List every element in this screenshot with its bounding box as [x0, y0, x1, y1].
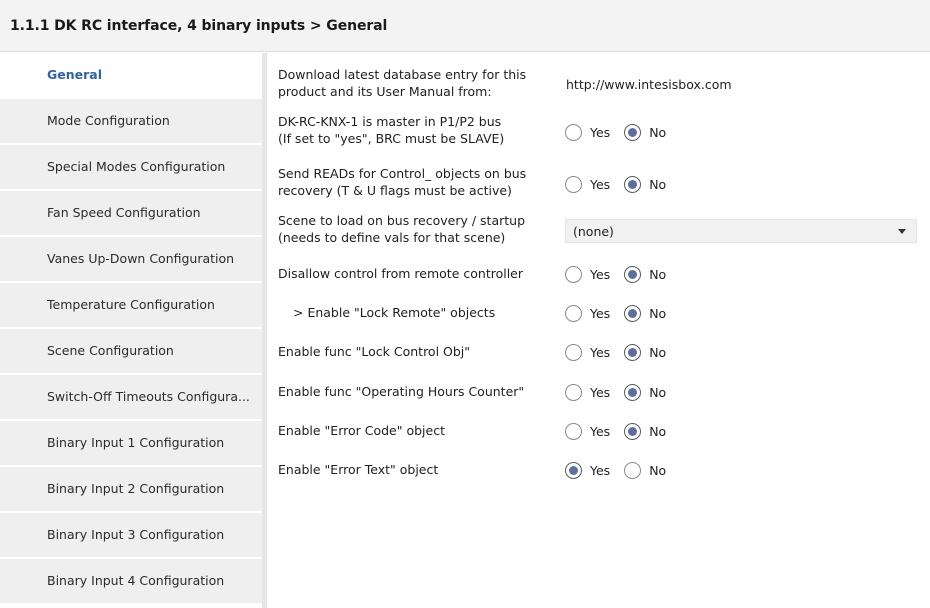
param-label: Scene to load on bus recovery / startup [278, 213, 526, 228]
sidebar-item-switch-off-timeouts-configuration[interactable]: Switch-Off Timeouts Configura... [0, 375, 262, 420]
lock-remote-yes-radio[interactable]: Yes [565, 304, 610, 322]
param-label: Send READs for Control_ objects on bus [278, 166, 527, 181]
radio-icon [565, 265, 582, 283]
master-no-radio[interactable]: No [624, 123, 666, 141]
title-bar: 1.1.1 DK RC interface, 4 binary inputs >… [0, 0, 930, 52]
master-radio-group: Yes No [565, 122, 680, 142]
sidebar-item-special-modes-configuration[interactable]: Special Modes Configuration [0, 145, 262, 190]
sidebar-item-general[interactable]: General [0, 53, 262, 98]
param-label: DK-RC-KNX-1 is master in P1/P2 bus [278, 114, 502, 129]
radio-checked-icon [624, 265, 642, 283]
op-hours-yes-radio[interactable]: Yes [565, 383, 610, 401]
param-label: > Enable "Lock Remote" objects [293, 305, 496, 320]
param-label: Download latest database entry for this [278, 67, 527, 82]
page-title: 1.1.1 DK RC interface, 4 binary inputs >… [10, 18, 388, 34]
error-text-radio-group: Yes No [565, 460, 680, 480]
radio-icon [624, 461, 642, 479]
param-label: Enable "Error Code" object [278, 423, 445, 438]
param-label: (needs to define vals for that scene) [278, 230, 506, 245]
param-label: Enable "Error Text" object [278, 462, 439, 477]
radio-icon [565, 343, 582, 361]
sidebar-item-fan-speed-configuration[interactable]: Fan Speed Configuration [0, 191, 262, 236]
sidebar: General Mode Configuration Special Modes… [0, 53, 267, 608]
param-label: Disallow control from remote controller [278, 266, 524, 281]
radio-checked-icon [624, 123, 642, 141]
radio-checked-icon [565, 461, 582, 479]
sidebar-item-vanes-up-down-configuration[interactable]: Vanes Up-Down Configuration [0, 237, 262, 282]
sidebar-item-label: Binary Input 3 Configuration [47, 527, 225, 542]
disallow-radio-group: Yes No [565, 264, 680, 284]
op-hours-no-radio[interactable]: No [624, 383, 666, 401]
master-yes-radio[interactable]: Yes [565, 123, 610, 141]
radio-checked-icon [624, 304, 642, 322]
send-reads-no-radio[interactable]: No [624, 175, 666, 193]
sidebar-item-label: Scene Configuration [47, 343, 174, 358]
radio-checked-icon [624, 343, 642, 361]
radio-checked-icon [624, 383, 642, 401]
radio-icon [565, 175, 582, 193]
sidebar-item-label: Fan Speed Configuration [47, 205, 201, 220]
radio-icon [565, 422, 582, 440]
sidebar-item-label: General [47, 67, 102, 82]
op-hours-radio-group: Yes No [565, 382, 680, 402]
scene-select[interactable]: (none) [565, 219, 917, 243]
sidebar-item-label: Vanes Up-Down Configuration [47, 251, 235, 266]
parameter-panel: Download latest database entry for this … [267, 53, 930, 608]
sidebar-item-temperature-configuration[interactable]: Temperature Configuration [0, 283, 262, 328]
radio-icon [565, 304, 582, 322]
sidebar-item-label: Binary Input 2 Configuration [47, 481, 225, 496]
error-code-no-radio[interactable]: No [624, 422, 666, 440]
disallow-no-radio[interactable]: No [624, 265, 666, 283]
chevron-down-icon [898, 229, 906, 234]
radio-checked-icon [624, 422, 642, 440]
radio-checked-icon [624, 175, 642, 193]
param-label: Enable func "Lock Control Obj" [278, 344, 471, 359]
error-code-yes-radio[interactable]: Yes [565, 422, 610, 440]
disallow-yes-radio[interactable]: Yes [565, 265, 610, 283]
param-label: (If set to "yes", BRC must be SLAVE) [278, 131, 505, 146]
scene-select-value: (none) [573, 224, 614, 239]
download-url: http://www.intesisbox.com [566, 77, 732, 92]
sidebar-item-label: Binary Input 4 Configuration [47, 573, 225, 588]
sidebar-item-binary-input-4-configuration[interactable]: Binary Input 4 Configuration [0, 559, 262, 604]
sidebar-item-binary-input-2-configuration[interactable]: Binary Input 2 Configuration [0, 467, 262, 512]
lock-control-no-radio[interactable]: No [624, 343, 666, 361]
lock-control-radio-group: Yes No [565, 342, 680, 362]
lock-remote-radio-group: Yes No [565, 303, 680, 323]
radio-icon [565, 123, 582, 141]
error-text-yes-radio[interactable]: Yes [565, 461, 610, 479]
error-text-no-radio[interactable]: No [624, 461, 666, 479]
radio-icon [565, 383, 582, 401]
sidebar-item-scene-configuration[interactable]: Scene Configuration [0, 329, 262, 374]
send-reads-yes-radio[interactable]: Yes [565, 175, 610, 193]
sidebar-item-label: Mode Configuration [47, 113, 170, 128]
param-label: product and its User Manual from: [278, 84, 492, 99]
sidebar-item-label: Special Modes Configuration [47, 159, 226, 174]
sidebar-item-mode-configuration[interactable]: Mode Configuration [0, 99, 262, 144]
sidebar-item-label: Switch-Off Timeouts Configura... [47, 389, 250, 404]
error-code-radio-group: Yes No [565, 421, 680, 441]
lock-control-yes-radio[interactable]: Yes [565, 343, 610, 361]
sidebar-item-label: Binary Input 1 Configuration [47, 435, 225, 450]
param-label: Enable func "Operating Hours Counter" [278, 384, 525, 399]
lock-remote-no-radio[interactable]: No [624, 304, 666, 322]
param-label: recovery (T & U flags must be active) [278, 183, 512, 198]
send-reads-radio-group: Yes No [565, 174, 680, 194]
sidebar-item-label: Temperature Configuration [47, 297, 215, 312]
sidebar-item-binary-input-3-configuration[interactable]: Binary Input 3 Configuration [0, 513, 262, 558]
sidebar-item-binary-input-1-configuration[interactable]: Binary Input 1 Configuration [0, 421, 262, 466]
